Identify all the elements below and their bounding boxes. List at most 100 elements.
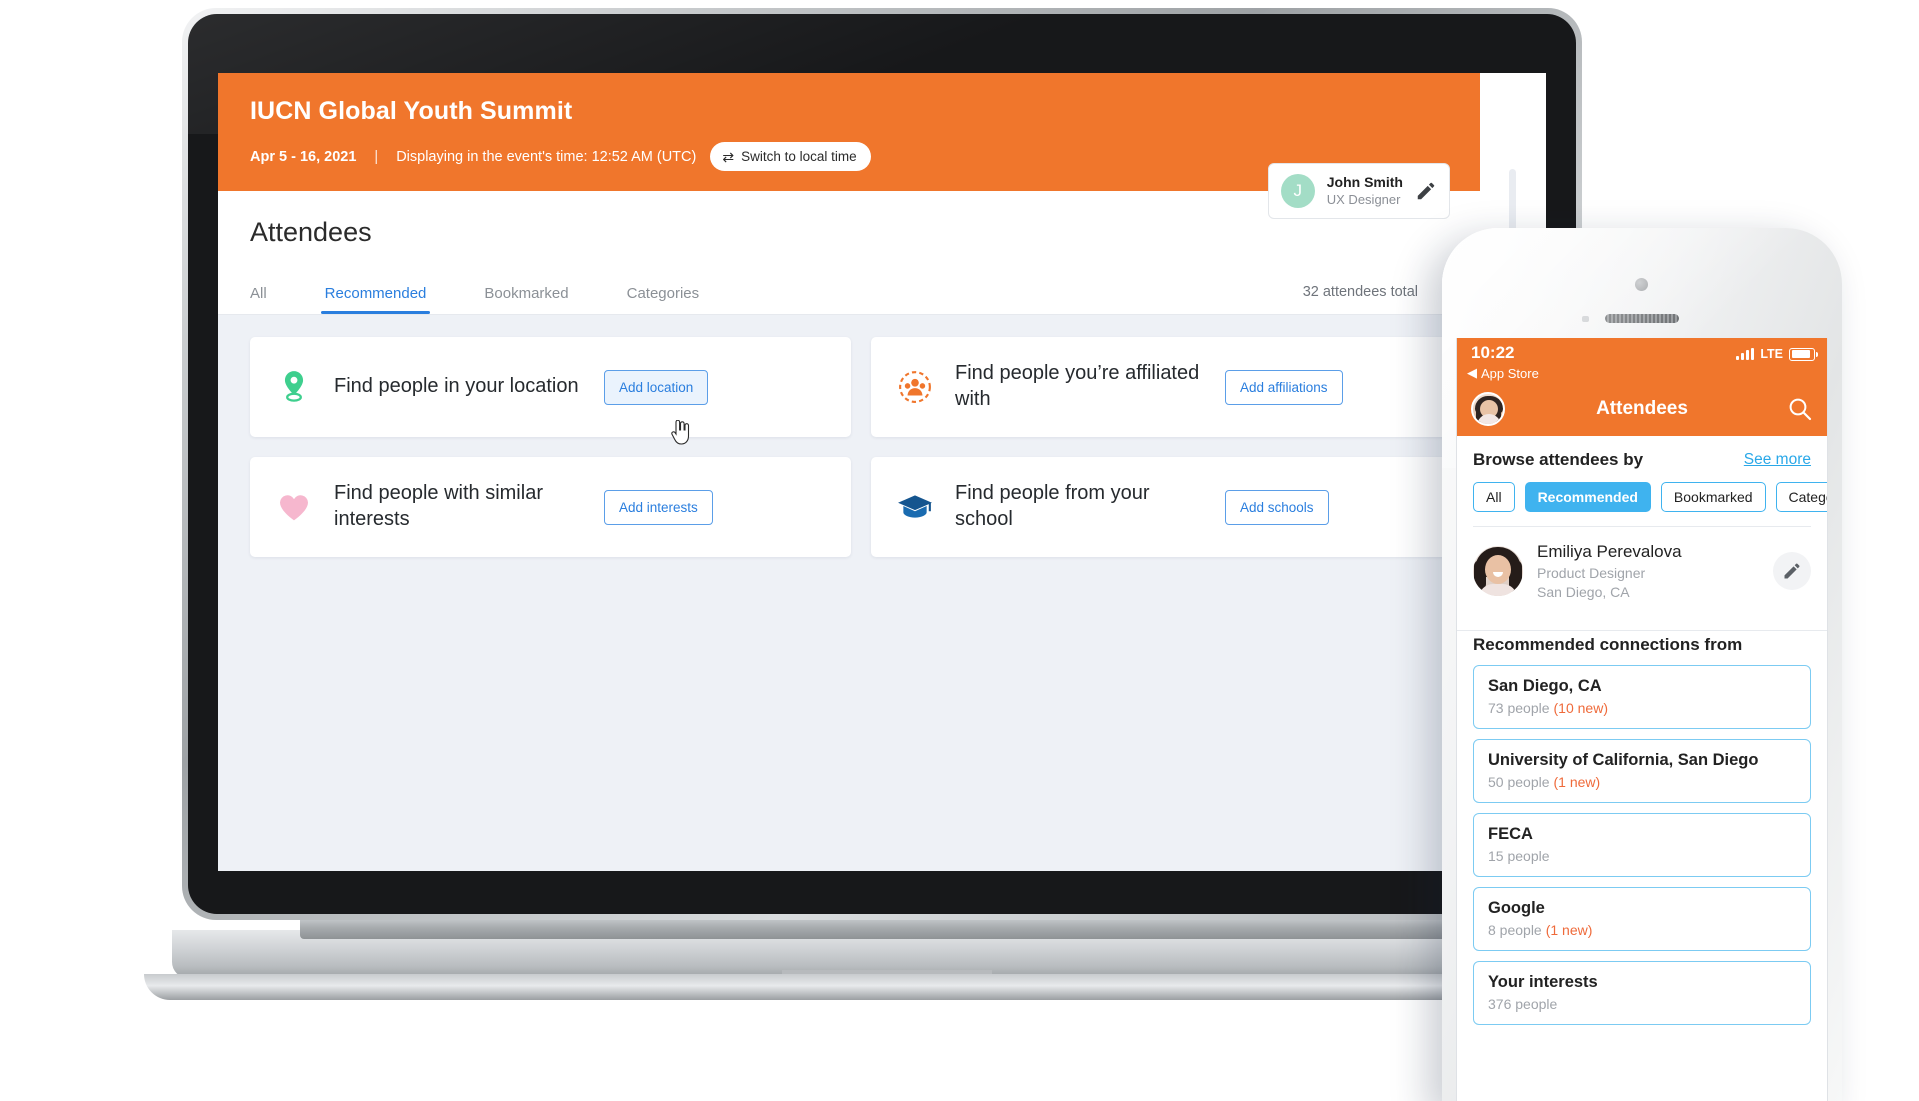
see-more-link[interactable]: See more xyxy=(1744,451,1811,469)
connection-title: University of California, San Diego xyxy=(1488,750,1759,769)
event-time-display: Displaying in the event's time: 12:52 AM… xyxy=(396,148,697,165)
graduation-cap-icon xyxy=(895,487,935,527)
switch-button-label: Switch to local time xyxy=(741,149,857,164)
recommendation-card-grid: Find people in your location Add locatio… xyxy=(250,337,1472,557)
card-find-location[interactable]: Find people in your location Add locatio… xyxy=(250,337,851,437)
phone-page-title: Attendees xyxy=(1596,398,1688,419)
current-user-row[interactable]: Emiliya Perevalova Product Designer San … xyxy=(1457,527,1827,616)
connection-title: San Diego, CA xyxy=(1488,676,1602,695)
connection-people-count: 15 people xyxy=(1488,847,1550,864)
connection-sub: 50 people (1 new) xyxy=(1488,774,1796,790)
connection-title: Your interests xyxy=(1488,972,1598,991)
connection-new-badge: (1 new) xyxy=(1545,921,1593,938)
list-item[interactable]: University of California, San Diego 50 p… xyxy=(1473,738,1811,803)
card-find-affiliations[interactable]: Find people you’re affiliated with Add a… xyxy=(871,337,1472,437)
add-interests-button[interactable]: Add interests xyxy=(604,489,713,525)
laptop-screen: IUCN Global Youth Summit Apr 5 - 16, 202… xyxy=(218,73,1546,871)
heart-icon xyxy=(274,487,314,527)
recommendations-area: Find people in your location Add locatio… xyxy=(218,314,1546,871)
connection-sub: 8 people (1 new) xyxy=(1488,922,1796,938)
chip-all[interactable]: All xyxy=(1473,482,1515,512)
card-title: Find people in your location xyxy=(334,375,579,398)
list-item[interactable]: San Diego, CA 73 people (10 new) xyxy=(1473,664,1811,729)
connection-people-count: 73 people xyxy=(1488,699,1550,716)
battery-icon xyxy=(1789,347,1818,361)
add-schools-button[interactable]: Add schools xyxy=(1225,489,1329,525)
meta-separator: | xyxy=(374,148,379,165)
card-title: Find people with similar interests xyxy=(334,482,543,530)
list-item[interactable]: Google 8 people (1 new) xyxy=(1473,886,1811,951)
laptop-device: IUCN Global Youth Summit Apr 5 - 16, 202… xyxy=(144,8,1653,1008)
card-find-interests[interactable]: Find people with similar interests Add i… xyxy=(250,457,851,557)
profile-role: UX Designer xyxy=(1326,191,1401,207)
attendee-total-count: 32 attendees total xyxy=(1302,284,1418,300)
connection-sub: 15 people xyxy=(1488,848,1796,864)
person-name: Emiliya Perevalova xyxy=(1537,542,1682,561)
browse-chip-row: All Recommended Bookmarked Categories xyxy=(1473,482,1827,512)
avatar: J xyxy=(1280,174,1315,208)
back-app-label: App Store xyxy=(1481,365,1539,381)
connection-people-count: 50 people xyxy=(1488,773,1550,790)
people-group-icon xyxy=(895,367,935,407)
browse-header-row: Browse attendees by See more xyxy=(1473,450,1811,470)
browse-section: Browse attendees by See more All Recomme… xyxy=(1457,436,1827,527)
nav-avatar[interactable] xyxy=(1471,392,1505,426)
page-header: Attendees J John Smith UX Designer All R… xyxy=(218,163,1546,314)
add-affiliations-button[interactable]: Add affiliations xyxy=(1225,369,1343,405)
connection-people-count: 376 people xyxy=(1488,995,1558,1012)
person-info: Emiliya Perevalova Product Designer San … xyxy=(1537,541,1759,602)
phone-screen: 10:22 ◀ App Store LTE Attendees Browse a… xyxy=(1456,338,1828,1101)
avatar xyxy=(1473,546,1523,597)
search-icon[interactable] xyxy=(1787,396,1813,422)
event-title: IUCN Global Youth Summit xyxy=(250,97,573,125)
person-role: Product Designer xyxy=(1537,564,1646,581)
browse-label: Browse attendees by xyxy=(1473,450,1644,469)
profile-name: John Smith xyxy=(1326,174,1403,191)
signal-bars-icon xyxy=(1736,348,1755,360)
chip-categories[interactable]: Categories xyxy=(1775,482,1827,512)
attendee-tabs: All Recommended Bookmarked Categories 32… xyxy=(250,270,1514,314)
phone-status-bar: 10:22 ◀ App Store LTE xyxy=(1457,338,1827,382)
connection-title: Google xyxy=(1488,898,1545,917)
status-back-link[interactable]: ◀ App Store xyxy=(1467,365,1539,381)
phone-camera-icon xyxy=(1635,278,1648,291)
status-time: 10:22 xyxy=(1471,343,1515,362)
chip-recommended[interactable]: Recommended xyxy=(1524,482,1651,512)
phone-sensor-icon xyxy=(1582,316,1589,322)
add-location-button[interactable]: Add location xyxy=(604,369,709,405)
tab-recommended[interactable]: Recommended xyxy=(320,285,431,314)
connection-people-count: 8 people xyxy=(1488,921,1542,938)
connections-list: San Diego, CA 73 people (10 new) Universi… xyxy=(1457,664,1827,1025)
page-title: Attendees xyxy=(250,217,372,247)
connection-new-badge: (1 new) xyxy=(1553,773,1601,790)
network-type-label: LTE xyxy=(1760,347,1783,361)
profile-texts: John Smith UX Designer xyxy=(1327,174,1403,208)
card-title: Find people from your school xyxy=(955,482,1150,530)
pencil-icon[interactable] xyxy=(1773,552,1811,591)
card-title: Find people you’re affiliated with xyxy=(955,362,1200,410)
list-item[interactable]: Your interests 376 people xyxy=(1473,960,1811,1025)
person-location: San Diego, CA xyxy=(1537,583,1630,600)
screenshot-stage: IUCN Global Youth Summit Apr 5 - 16, 202… xyxy=(0,0,1919,1101)
chip-bookmarked[interactable]: Bookmarked xyxy=(1660,482,1766,512)
user-profile-chip[interactable]: J John Smith UX Designer xyxy=(1267,163,1450,219)
recommended-connections-heading: Recommended connections from xyxy=(1473,634,1743,654)
connection-new-badge: (10 new) xyxy=(1553,699,1608,716)
phone-nav-bar: Attendees xyxy=(1457,382,1827,436)
connection-sub: 73 people (10 new) xyxy=(1488,700,1796,716)
laptop-base-lip xyxy=(144,974,1620,1000)
switch-to-local-time-button[interactable]: ⇄ Switch to local time xyxy=(710,142,871,171)
back-triangle-icon: ◀ xyxy=(1467,365,1477,380)
phone-device: 10:22 ◀ App Store LTE Attendees Browse a… xyxy=(1442,228,1842,1101)
pencil-icon[interactable] xyxy=(1415,180,1437,202)
event-dates: Apr 5 - 16, 2021 xyxy=(250,148,357,165)
card-find-school[interactable]: Find people from your school Add schools xyxy=(871,457,1472,557)
tab-all[interactable]: All xyxy=(250,285,267,314)
tab-categories[interactable]: Categories xyxy=(627,285,700,314)
tab-bookmarked[interactable]: Bookmarked xyxy=(484,285,568,314)
status-indicators: LTE xyxy=(1736,347,1818,361)
connection-sub: 376 people xyxy=(1488,996,1796,1012)
laptop-lid: IUCN Global Youth Summit Apr 5 - 16, 202… xyxy=(182,8,1582,920)
connection-title: FECA xyxy=(1488,824,1533,843)
list-item[interactable]: FECA 15 people xyxy=(1473,812,1811,877)
